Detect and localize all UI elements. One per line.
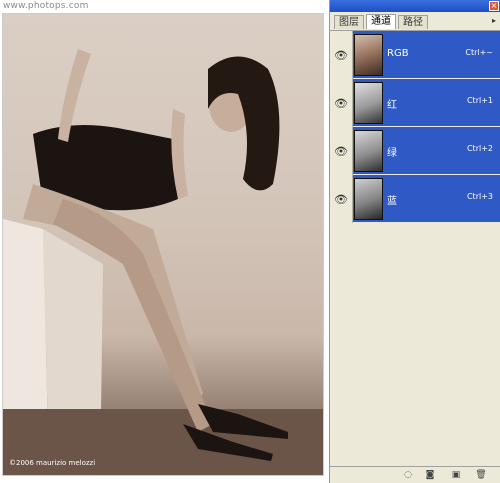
channel-thumbnail xyxy=(354,82,383,124)
channel-thumbnail xyxy=(354,178,383,220)
eye-icon: 👁 xyxy=(334,97,348,110)
visibility-toggle[interactable]: 👁 xyxy=(330,79,353,127)
eye-icon: 👁 xyxy=(334,193,348,206)
visibility-toggle[interactable]: 👁 xyxy=(330,31,353,79)
visibility-toggle[interactable]: 👁 xyxy=(330,175,353,223)
channels-panel: × 图层 通道 路径 ▸ 👁 RGB Ctrl+~ 👁 红 Ctrl+1 👁 绿… xyxy=(329,0,500,483)
watermark-text: www.photops.com xyxy=(3,1,89,11)
channel-shortcut: Ctrl+~ xyxy=(465,48,493,57)
eye-icon: 👁 xyxy=(334,49,348,62)
panel-tabs: 图层 通道 路径 xyxy=(330,12,500,31)
trash-icon[interactable]: 🗑 xyxy=(475,469,487,481)
channel-list: 👁 RGB Ctrl+~ 👁 红 Ctrl+1 👁 绿 Ctrl+2 👁 蓝 C… xyxy=(330,31,500,223)
channel-name: RGB xyxy=(387,48,409,59)
save-selection-icon[interactable]: ◙ xyxy=(424,469,436,481)
panel-menu-icon[interactable]: ▸ xyxy=(492,16,496,25)
channel-name: 蓝 xyxy=(387,196,397,207)
document-canvas: www.photops.com ©2006 maurizio melozzi xyxy=(0,0,328,483)
load-selection-icon[interactable]: ◌ xyxy=(402,469,414,481)
photo-credit: ©2006 maurizio melozzi xyxy=(9,459,96,467)
tab-paths[interactable]: 路径 xyxy=(398,15,428,29)
channel-shortcut: Ctrl+2 xyxy=(466,144,493,153)
tab-layers[interactable]: 图层 xyxy=(334,15,364,29)
channel-row-rgb[interactable]: 👁 RGB Ctrl+~ xyxy=(330,31,500,79)
new-channel-icon[interactable]: ▣ xyxy=(450,469,462,481)
channel-name: 红 xyxy=(387,100,397,111)
photo-image[interactable]: ©2006 maurizio melozzi xyxy=(2,13,324,476)
tab-channels[interactable]: 通道 xyxy=(366,14,396,29)
eye-icon: 👁 xyxy=(334,145,348,158)
close-icon[interactable]: × xyxy=(489,1,499,11)
channel-shortcut: Ctrl+1 xyxy=(466,96,493,105)
panel-footer: ◌ ◙ ▣ 🗑 xyxy=(330,466,500,483)
visibility-toggle[interactable]: 👁 xyxy=(330,127,353,175)
channel-thumbnail xyxy=(354,130,383,172)
channel-row-green[interactable]: 👁 绿 Ctrl+2 xyxy=(330,127,500,175)
channel-shortcut: Ctrl+3 xyxy=(466,192,493,201)
channel-row-blue[interactable]: 👁 蓝 Ctrl+3 xyxy=(330,175,500,223)
channel-name: 绿 xyxy=(387,148,397,159)
channel-thumbnail xyxy=(354,34,383,76)
panel-titlebar[interactable]: × xyxy=(330,0,500,12)
channel-row-red[interactable]: 👁 红 Ctrl+1 xyxy=(330,79,500,127)
